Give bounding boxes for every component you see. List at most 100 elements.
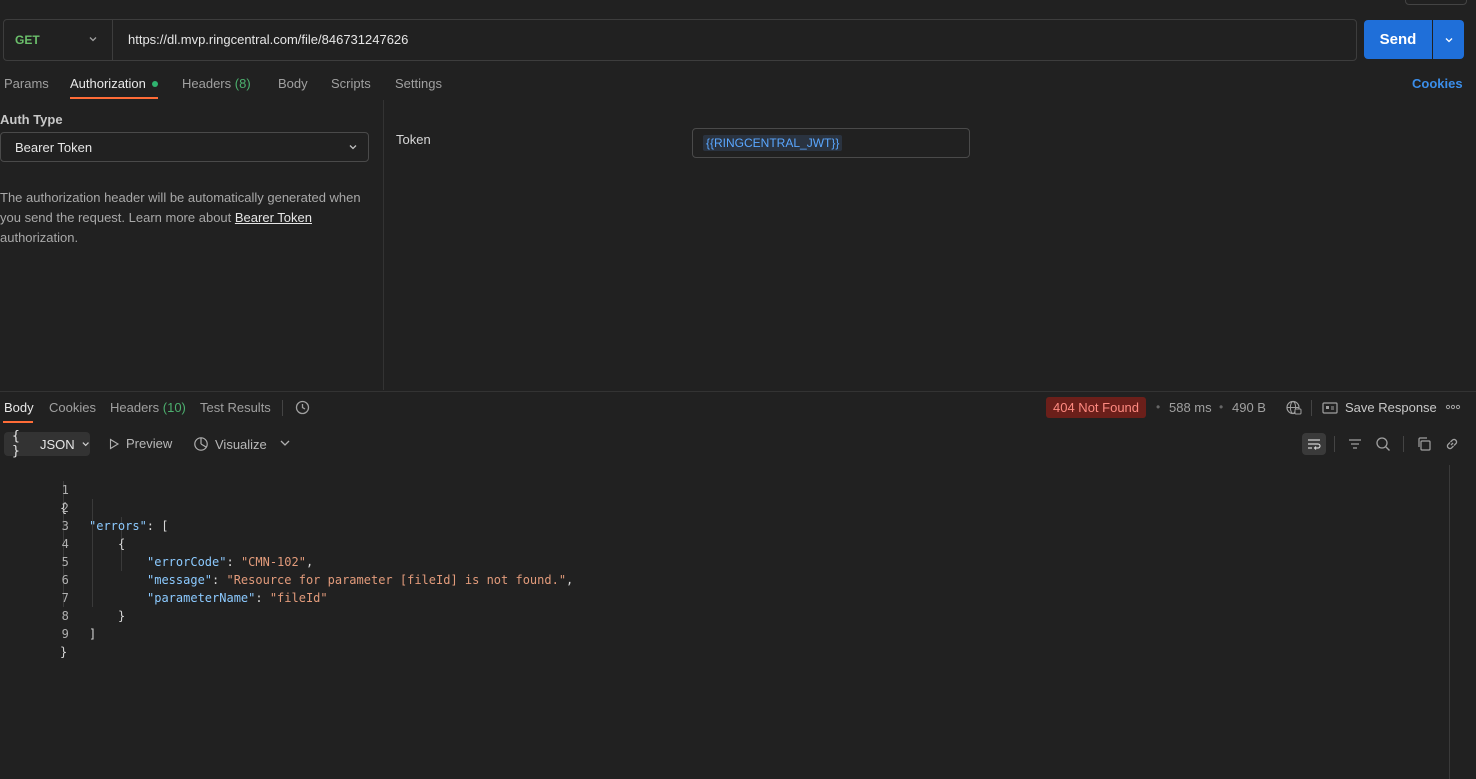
active-tab-indicator xyxy=(70,97,158,99)
chevron-down-icon xyxy=(82,442,89,447)
tab-scripts[interactable]: Scripts xyxy=(331,76,371,94)
auth-description: The authorization header will be automat… xyxy=(0,188,372,248)
method-select[interactable]: GET xyxy=(4,20,110,60)
url-bar: GET https://dl.mvp.ringcentral.com/file/… xyxy=(3,19,1357,61)
visualize-button[interactable]: Visualize xyxy=(193,436,267,452)
json-key: "parameterName" xyxy=(147,591,256,605)
response-active-tab-indicator xyxy=(3,421,33,423)
toolbar-divider xyxy=(1403,436,1404,452)
format-label: JSON xyxy=(39,436,75,452)
meta-separator-dot: • xyxy=(1156,400,1161,414)
method-label: GET xyxy=(15,33,40,47)
toolbar-divider xyxy=(1334,436,1335,452)
toolbar-divider xyxy=(282,400,283,416)
visualize-label: Visualize xyxy=(215,436,267,452)
auth-type-select[interactable]: Bearer Token xyxy=(0,132,369,162)
more-icon[interactable] xyxy=(1445,400,1461,417)
line-number: 8 xyxy=(61,609,69,623)
response-tab-body[interactable]: Body xyxy=(4,400,34,415)
indent-guide xyxy=(92,499,93,607)
response-separator xyxy=(0,391,1476,392)
line-number: 6 xyxy=(61,573,69,587)
code-line: "errorCode": "CMN-102", xyxy=(147,555,314,569)
json-punct: : [ xyxy=(146,519,169,533)
line-number: 7 xyxy=(61,591,69,605)
line-number: 2 xyxy=(61,501,69,515)
json-string: "CMN-102" xyxy=(240,555,306,569)
wrap-lines-icon[interactable] xyxy=(1302,433,1326,455)
save-response-label: Save Response xyxy=(1345,400,1437,415)
chevron-down-icon xyxy=(1445,37,1452,42)
cookies-link[interactable]: Cookies xyxy=(1412,76,1463,91)
tab-authorization[interactable]: Authorization xyxy=(70,76,158,94)
chevron-down-icon xyxy=(349,145,357,150)
tab-params[interactable]: Params xyxy=(4,76,49,94)
code-line: { xyxy=(118,537,126,551)
filter-icon[interactable] xyxy=(1343,433,1367,455)
code-line: "parameterName": "fileId" xyxy=(147,591,328,605)
search-icon[interactable] xyxy=(1371,433,1395,455)
tab-settings[interactable]: Settings xyxy=(395,76,442,94)
token-variable: {{RINGCENTRAL_JWT}} xyxy=(703,135,843,151)
code-line: } xyxy=(60,645,68,659)
json-key: "errors" xyxy=(89,519,147,533)
pane-divider xyxy=(383,100,384,390)
format-select[interactable]: { } JSON xyxy=(4,429,90,459)
tab-headers-label: Headers xyxy=(182,76,232,91)
json-key: "errorCode" xyxy=(147,555,227,569)
history-icon[interactable] xyxy=(294,399,311,419)
json-string: "Resource for parameter [fileId] is not … xyxy=(226,573,567,587)
response-tab-test-results[interactable]: Test Results xyxy=(200,400,271,415)
auth-type-label: Auth Type xyxy=(0,112,63,127)
visualize-icon xyxy=(194,437,208,451)
tab-headers-count: (8) xyxy=(234,76,251,91)
url-divider xyxy=(112,20,113,60)
braces-icon: { } xyxy=(12,429,20,459)
globe-icon[interactable] xyxy=(1285,399,1302,419)
code-line: } xyxy=(118,609,126,623)
save-icon xyxy=(1322,401,1338,414)
visualize-dropdown[interactable] xyxy=(279,436,291,453)
status-badge[interactable]: 404 Not Found xyxy=(1046,397,1147,418)
send-button[interactable]: Send xyxy=(1364,20,1432,59)
bearer-token-link[interactable]: Bearer Token xyxy=(235,210,312,225)
response-tab-headers-count: (10) xyxy=(162,400,186,415)
meta-separator-dot: • xyxy=(1219,400,1224,414)
copy-icon[interactable] xyxy=(1412,433,1436,455)
token-input[interactable]: {{RINGCENTRAL_JWT}} xyxy=(692,128,970,158)
tab-body[interactable]: Body xyxy=(278,76,308,94)
response-tab-cookies[interactable]: Cookies xyxy=(49,400,96,415)
code-line: ] xyxy=(89,627,97,641)
auth-type-value: Bearer Token xyxy=(15,139,93,155)
tab-headers[interactable]: Headers (8) xyxy=(182,76,251,94)
code-scrollbar[interactable] xyxy=(1449,465,1450,779)
line-number: 5 xyxy=(61,555,69,569)
line-number: 9 xyxy=(61,627,69,641)
preview-button[interactable]: Preview xyxy=(108,436,172,451)
tab-authorization-label: Authorization xyxy=(70,76,146,91)
meta-divider xyxy=(1311,400,1312,416)
url-input[interactable]: https://dl.mvp.ringcentral.com/file/8467… xyxy=(128,20,408,60)
top-right-button[interactable] xyxy=(1405,0,1467,5)
response-size[interactable]: 490 B xyxy=(1232,400,1266,415)
send-dropdown-button[interactable] xyxy=(1433,20,1464,59)
chevron-down-icon xyxy=(280,440,290,446)
preview-label: Preview xyxy=(126,436,173,451)
save-response-button[interactable]: Save Response xyxy=(1322,400,1437,415)
link-icon[interactable] xyxy=(1440,433,1464,455)
line-number: 3 xyxy=(61,519,69,533)
code-line: "errors": [ xyxy=(89,517,168,535)
json-string: "fileId" xyxy=(269,591,328,605)
json-key: "message" xyxy=(147,573,213,587)
response-time[interactable]: 588 ms xyxy=(1169,400,1212,415)
active-dot-icon xyxy=(151,80,158,87)
chevron-down-icon xyxy=(89,37,97,42)
token-label: Token xyxy=(396,132,431,147)
response-tab-headers[interactable]: Headers (10) xyxy=(110,400,186,415)
play-icon xyxy=(109,438,120,449)
response-tab-headers-label: Headers xyxy=(110,400,160,415)
line-number: 1 xyxy=(61,483,69,497)
line-number: 4 xyxy=(61,537,69,551)
auth-desc-end: authorization. xyxy=(0,230,79,245)
code-line: "message": "Resource for parameter [file… xyxy=(147,573,574,587)
